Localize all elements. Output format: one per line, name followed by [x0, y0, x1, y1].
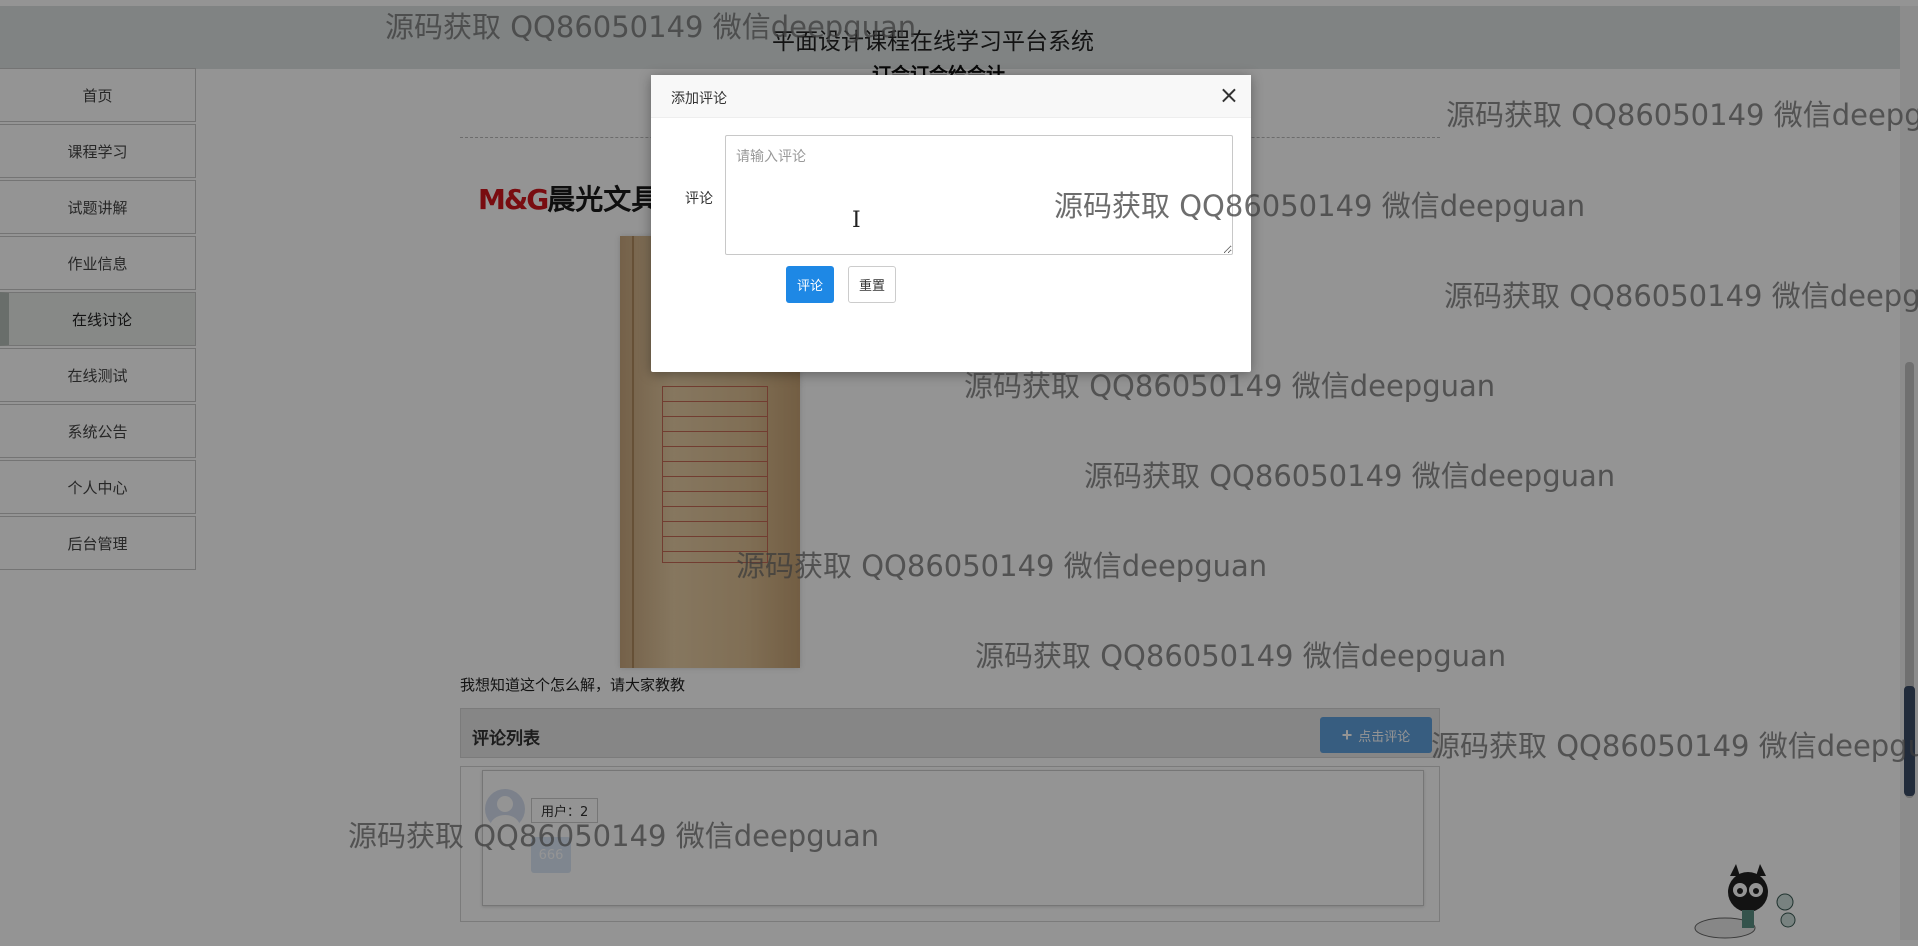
submit-comment-button[interactable]: 评论	[786, 266, 834, 303]
watermark: 源码获取 QQ86050149 微信deepguan	[385, 10, 917, 44]
watermark: 源码获取 QQ86050149 微信deepguan	[1084, 459, 1616, 493]
watermark: 源码获取 QQ86050149 微信deepguan	[1444, 279, 1918, 313]
watermark: 源码获取 QQ86050149 微信deepguan	[736, 549, 1268, 583]
watermark: 源码获取 QQ86050149 微信deepguan	[1431, 729, 1918, 763]
watermark: 源码获取 QQ86050149 微信deepguan	[1446, 98, 1918, 132]
dialog-title: 添加评论	[671, 91, 727, 107]
dialog-header: 添加评论 ×	[651, 75, 1251, 118]
comment-field-label: 评论	[685, 191, 713, 207]
watermark: 源码获取 QQ86050149 微信deepguan	[348, 819, 880, 853]
watermark: 源码获取 QQ86050149 微信deepguan	[975, 639, 1507, 673]
close-icon[interactable]: ×	[1219, 81, 1239, 109]
reset-button[interactable]: 重置	[848, 266, 896, 303]
text-cursor-icon: I	[852, 208, 861, 233]
watermark: 源码获取 QQ86050149 微信deepguan	[1054, 189, 1586, 223]
watermark: 源码获取 QQ86050149 微信deepguan	[964, 369, 1496, 403]
